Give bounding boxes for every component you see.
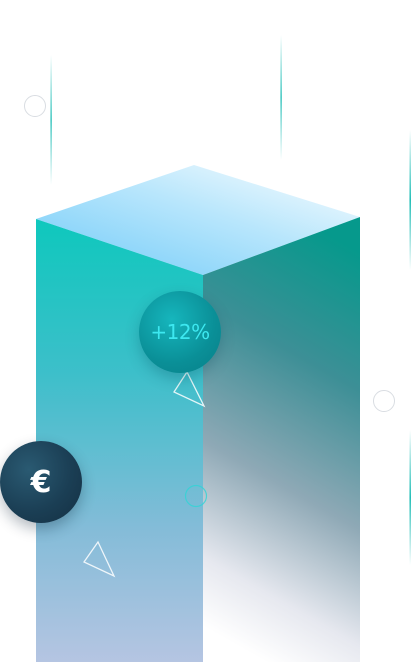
- streak-line-left: [50, 55, 52, 185]
- outline-circle-top-left: [24, 95, 46, 117]
- streak-line-right-bottom: [409, 430, 411, 565]
- currency-euro-icon: €: [30, 464, 52, 500]
- outline-circle-right: [373, 390, 395, 412]
- streak-line-top-center: [280, 35, 282, 160]
- currency-badge: €: [0, 441, 82, 523]
- growth-percent-badge: +12%: [139, 291, 221, 373]
- growth-percent-text: +12%: [150, 320, 210, 344]
- bar-right-face: [203, 217, 360, 662]
- streak-line-right-top: [409, 130, 411, 270]
- illustration-canvas: +12% €: [0, 0, 412, 662]
- bar-left-face: [36, 219, 203, 662]
